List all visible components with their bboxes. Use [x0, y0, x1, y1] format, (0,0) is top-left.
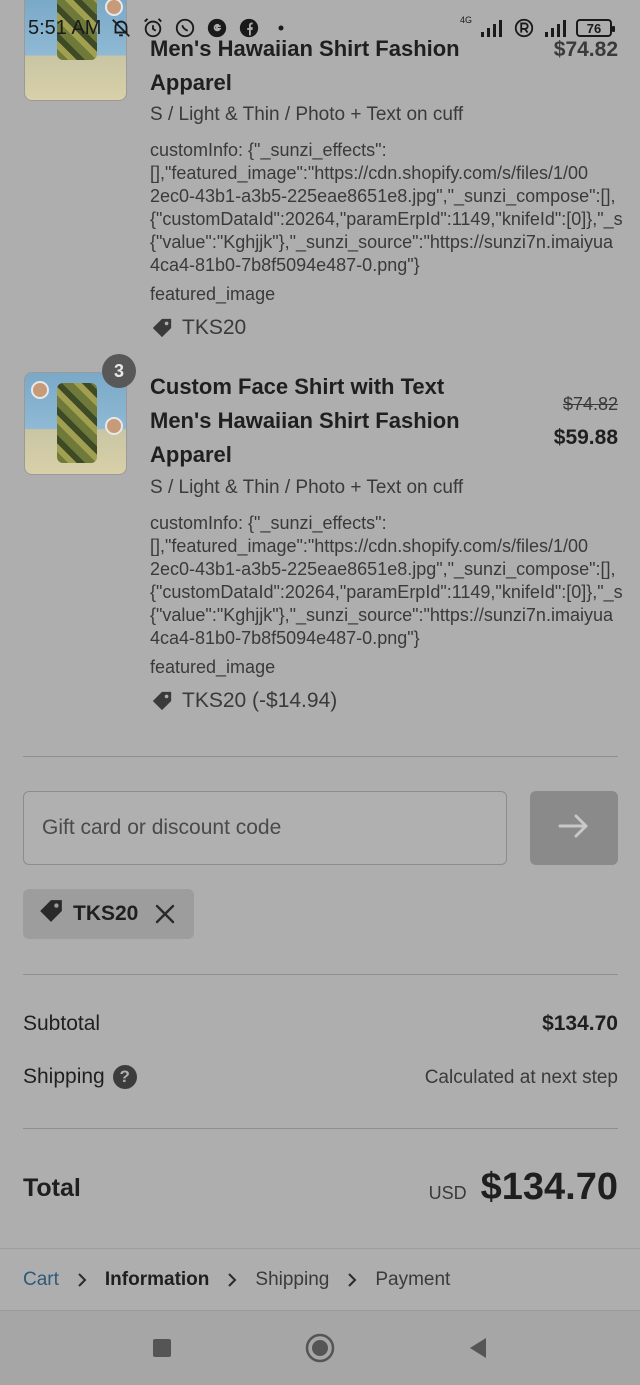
battery-icon: 76: [576, 19, 615, 37]
tag-icon: [150, 316, 174, 340]
divider: [23, 1128, 618, 1129]
discount-tag-label: TKS20 (-$14.94): [182, 689, 338, 712]
product-variant: S / Light & Thin / Photo + Text on cuff: [150, 477, 464, 498]
apply-discount-button[interactable]: [530, 791, 618, 865]
square-icon: [153, 1339, 171, 1357]
subtotal-label-text: Subtotal: [23, 1012, 101, 1035]
shipping-label: Shipping ?: [23, 1065, 137, 1089]
featured-image-label: featured_image: [150, 657, 276, 677]
breadcrumb-payment: Payment: [375, 1268, 451, 1290]
back-triangle-icon: [470, 1338, 486, 1358]
help-icon[interactable]: ?: [112, 1065, 137, 1089]
close-icon: [156, 904, 175, 924]
tag-icon: [37, 898, 65, 930]
discount-tag-label: TKS20: [182, 316, 247, 339]
currency-code: USD: [428, 1183, 467, 1203]
product-thumbnail: [24, 372, 127, 475]
breadcrumb-information: Information: [104, 1268, 210, 1290]
signal-icon: [480, 16, 504, 40]
home-button[interactable]: [300, 1328, 340, 1368]
status-bar: 5:51 AM 4G 76: [0, 0, 640, 56]
battery-level: 76: [586, 20, 602, 36]
status-time: 5:51 AM: [28, 16, 102, 39]
r-icon: [512, 16, 536, 40]
subtotal-label: Subtotal: [23, 1012, 100, 1036]
circle-icon: [305, 1333, 335, 1363]
dot-icon: [269, 16, 293, 40]
featured-image-label: featured_image: [150, 284, 276, 304]
total-amount: USD $134.70: [429, 1166, 618, 1209]
original-price: $74.82: [562, 394, 618, 414]
chevron-right-icon: [345, 1272, 359, 1287]
custom-info: customInfo: {"_sunzi_effects": [],"featu…: [150, 140, 623, 275]
chevron-right-icon: [225, 1272, 239, 1287]
custom-info: customInfo: {"_sunzi_effects": [],"featu…: [150, 513, 623, 648]
quantity-badge: 3: [102, 354, 136, 388]
product-title-line2: Apparel: [150, 70, 232, 95]
applied-discount-code: TKS20: [73, 902, 139, 925]
tag-icon: [150, 689, 174, 713]
system-nav-bar: [0, 1310, 640, 1385]
whatsapp-icon: [173, 16, 197, 40]
breadcrumb-cart[interactable]: Cart: [23, 1269, 59, 1291]
divider: [23, 974, 618, 975]
signal-icon: [544, 16, 568, 40]
divider: [23, 756, 618, 757]
shipping-label-text: Shipping: [23, 1065, 105, 1088]
applied-discount-chip: TKS20: [23, 889, 195, 939]
product-title: Custom Face Shirt with Text Men's Hawaii…: [150, 374, 460, 467]
g-icon: [205, 16, 229, 40]
total-value: $134.70: [480, 1166, 618, 1208]
subtotal-value: $134.70: [542, 1012, 618, 1035]
breadcrumb-shipping: Shipping: [255, 1268, 330, 1290]
discount-tag: TKS20: [150, 316, 246, 340]
remove-discount-button[interactable]: [150, 899, 180, 929]
product-price: $59.88: [553, 426, 618, 449]
recents-button[interactable]: [142, 1328, 182, 1368]
arrow-right-icon: [558, 812, 590, 845]
breadcrumb: Cart Information Shipping Payment: [0, 1248, 640, 1310]
bell-off-icon: [109, 16, 133, 40]
back-button[interactable]: [458, 1328, 498, 1368]
alarm-icon: [141, 16, 165, 40]
shipping-value: Calculated at next step: [424, 1067, 618, 1088]
chevron-right-icon: [75, 1272, 89, 1287]
total-label: Total: [23, 1174, 81, 1202]
product-variant: S / Light & Thin / Photo + Text on cuff: [150, 104, 464, 125]
discount-code-input[interactable]: [23, 791, 507, 865]
checkout-summary: Men's Hawaiian Shirt Fashion Apparel $74…: [0, 0, 640, 1310]
facebook-icon: [237, 16, 261, 40]
network-type: 4G: [459, 15, 472, 25]
discount-tag: TKS20 (-$14.94): [150, 689, 337, 713]
